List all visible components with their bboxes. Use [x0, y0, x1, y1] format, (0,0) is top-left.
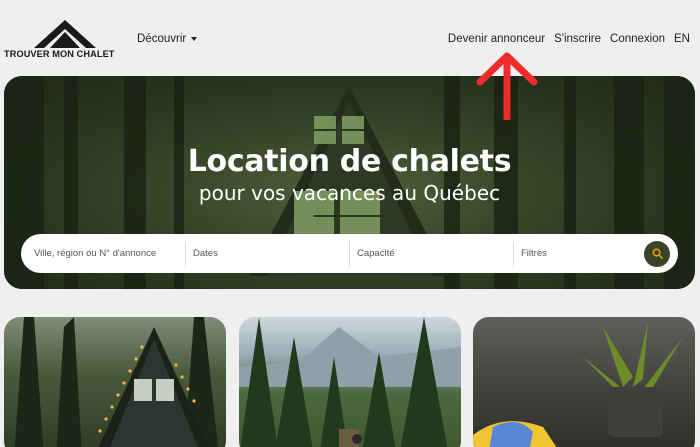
nav-right: Devenir annonceur S'inscrire Connexion E…: [448, 33, 690, 45]
annotation-arrow-icon: [476, 52, 538, 120]
hero-subtitle: pour vos vacances au Québec: [198, 181, 501, 205]
listing-image: [239, 317, 461, 447]
listing-image: [14, 317, 218, 447]
listing-card[interactable]: [473, 317, 695, 447]
site-header: TROUVER MON CHALET Découvrir Devenir ann…: [0, 0, 700, 76]
listing-card[interactable]: [4, 317, 226, 447]
capacity-input[interactable]: Capacité: [350, 240, 514, 267]
listing-image: [473, 322, 683, 447]
filters-input[interactable]: Filtres: [514, 241, 644, 267]
location-input[interactable]: Ville, région ou N° d'annonce: [21, 240, 186, 267]
search-button[interactable]: [644, 240, 670, 267]
login-link[interactable]: Connexion: [610, 33, 665, 45]
signup-link[interactable]: S'inscrire: [554, 33, 601, 45]
chalet-roof-logo-icon: [34, 20, 96, 48]
discover-dropdown[interactable]: Découvrir: [137, 33, 198, 45]
dates-input[interactable]: Dates: [186, 240, 350, 267]
discover-label: Découvrir: [137, 33, 187, 45]
logo[interactable]: TROUVER MON CHALET: [4, 20, 126, 60]
hero-title: Location de chalets: [187, 144, 512, 179]
search-bar: Ville, région ou N° d'annonce Dates Capa…: [21, 234, 678, 273]
hero-banner: Location de chalets pour vos vacances au…: [4, 76, 695, 289]
become-advertiser-link[interactable]: Devenir annonceur: [448, 33, 545, 45]
listing-card[interactable]: [239, 317, 461, 447]
search-icon: [652, 248, 663, 259]
chevron-down-icon: [191, 37, 198, 41]
language-toggle-link[interactable]: EN: [674, 33, 690, 45]
logo-text: TROUVER MON CHALET: [4, 49, 115, 59]
